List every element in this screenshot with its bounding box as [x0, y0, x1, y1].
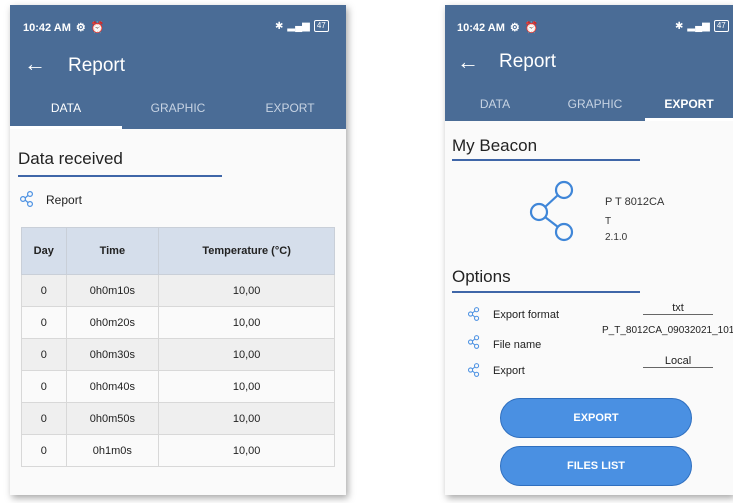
column-header-temperature: Temperature (°C) [158, 227, 335, 275]
signal-icon: ▂▄▆ [287, 20, 310, 32]
back-arrow-icon[interactable]: ← [457, 49, 479, 75]
share-icon [468, 363, 480, 377]
bluetooth-icon: ✱ [675, 20, 684, 32]
alarm-icon: ⏰ [524, 22, 539, 34]
section-title-options: Options [452, 267, 511, 286]
export-format-select[interactable]: txt [643, 302, 713, 315]
signal-icon: ▂▄▆ [687, 20, 710, 32]
bluetooth-icon: ✱ [275, 20, 284, 32]
files-list-button[interactable]: FILES LIST [500, 446, 692, 486]
status-time: 10:42 AM [457, 21, 505, 34]
table-row: 0 0h0m50s 10,00 [21, 402, 335, 435]
alarm-icon: ⏰ [90, 22, 105, 34]
cell-temperature: 10,00 [158, 306, 335, 339]
cell-temperature: 10,00 [158, 338, 335, 371]
beacon-type: T [605, 216, 612, 227]
cell-time: 0h1m0s [65, 434, 160, 467]
cell-time: 0h0m30s [65, 338, 160, 371]
section-underline [452, 291, 640, 293]
cell-day: 0 [21, 434, 67, 467]
section-underline [18, 175, 222, 177]
settings-icon: ⚙ [75, 22, 86, 34]
phone-export-screen: 10:42 AM ⚙ ⏰ ✱ ▂▄▆ 47 ← Report DATA GRAP… [445, 5, 733, 495]
tab-bar: DATA GRAPHIC EXPORT [445, 87, 733, 121]
export-button[interactable]: EXPORT [500, 398, 692, 438]
battery-icon: 47 [313, 20, 329, 32]
table-row: 0 0h0m40s 10,00 [21, 370, 335, 403]
column-header-day: Day [21, 227, 67, 275]
cell-temperature: 10,00 [158, 402, 335, 435]
cell-temperature: 10,00 [158, 370, 335, 403]
table-header-row: Day Time Temperature (°C) [21, 227, 335, 275]
cell-temperature: 10,00 [158, 274, 335, 307]
battery-icon: 47 [713, 20, 729, 32]
cell-day: 0 [21, 306, 67, 339]
cell-temperature: 10,00 [158, 434, 335, 467]
table-row: 0 0h0m20s 10,00 [21, 306, 335, 339]
share-icon [529, 180, 574, 242]
cell-day: 0 [21, 274, 67, 307]
settings-icon: ⚙ [509, 22, 520, 34]
tab-data[interactable]: DATA [10, 91, 122, 129]
status-icons: ✱ ▂▄▆ 47 [275, 20, 329, 32]
report-label[interactable]: Report [46, 193, 82, 207]
data-table: Day Time Temperature (°C) 0 0h0m10s 10,0… [21, 227, 335, 467]
share-icon [468, 335, 480, 349]
tab-bar: DATA GRAPHIC EXPORT [10, 91, 346, 129]
app-bar: 10:42 AM ⚙ ⏰ ✱ ▂▄▆ 47 ← Report DATA GRAP… [10, 5, 346, 129]
page-title: Report [499, 51, 557, 72]
back-arrow-icon[interactable]: ← [24, 51, 46, 77]
cell-day: 0 [21, 402, 67, 435]
status-icons: ✱ ▂▄▆ 47 [675, 20, 729, 32]
table-row: 0 0h0m30s 10,00 [21, 338, 335, 371]
status-bar: 10:42 AM ⚙ ⏰ [457, 21, 539, 35]
option-label-export-format: Export format [493, 309, 560, 321]
tab-graphic[interactable]: GRAPHIC [122, 91, 234, 129]
section-title-my-beacon: My Beacon [452, 136, 538, 155]
export-destination-select[interactable]: Local [643, 355, 713, 368]
status-bar: 10:42 AM ⚙ ⏰ [23, 21, 105, 35]
appbar-gap [445, 121, 733, 129]
file-name-input[interactable]: P_T_8012CA_09032021_10104 [602, 325, 733, 336]
tab-export[interactable]: EXPORT [234, 91, 346, 129]
cell-time: 0h0m20s [65, 306, 160, 339]
tab-export[interactable]: EXPORT [645, 87, 733, 121]
tab-data[interactable]: DATA [445, 87, 545, 121]
cell-time: 0h0m40s [65, 370, 160, 403]
column-header-time: Time [65, 227, 160, 275]
option-label-export: Export [493, 365, 525, 377]
table-row: 0 0h0m10s 10,00 [21, 274, 335, 307]
beacon-version: 2.1.0 [605, 232, 628, 243]
phone-data-screen: 10:42 AM ⚙ ⏰ ✱ ▂▄▆ 47 ← Report DATA GRAP… [10, 5, 346, 495]
cell-day: 0 [21, 370, 67, 403]
cell-day: 0 [21, 338, 67, 371]
page-title: Report [68, 55, 126, 76]
cell-time: 0h0m10s [65, 274, 160, 307]
beacon-name: P T 8012CA [605, 196, 665, 208]
cell-time: 0h0m50s [65, 402, 160, 435]
section-title-data-received: Data received [18, 149, 123, 168]
option-label-file-name: File name [493, 339, 542, 351]
table-row: 0 0h1m0s 10,00 [21, 434, 335, 467]
tab-graphic[interactable]: GRAPHIC [545, 87, 645, 121]
section-underline [452, 159, 640, 161]
app-bar: 10:42 AM ⚙ ⏰ ✱ ▂▄▆ 47 ← Report DATA GRAP… [445, 5, 733, 129]
share-icon [20, 191, 33, 207]
share-icon [468, 307, 480, 321]
status-time: 10:42 AM [23, 21, 71, 34]
